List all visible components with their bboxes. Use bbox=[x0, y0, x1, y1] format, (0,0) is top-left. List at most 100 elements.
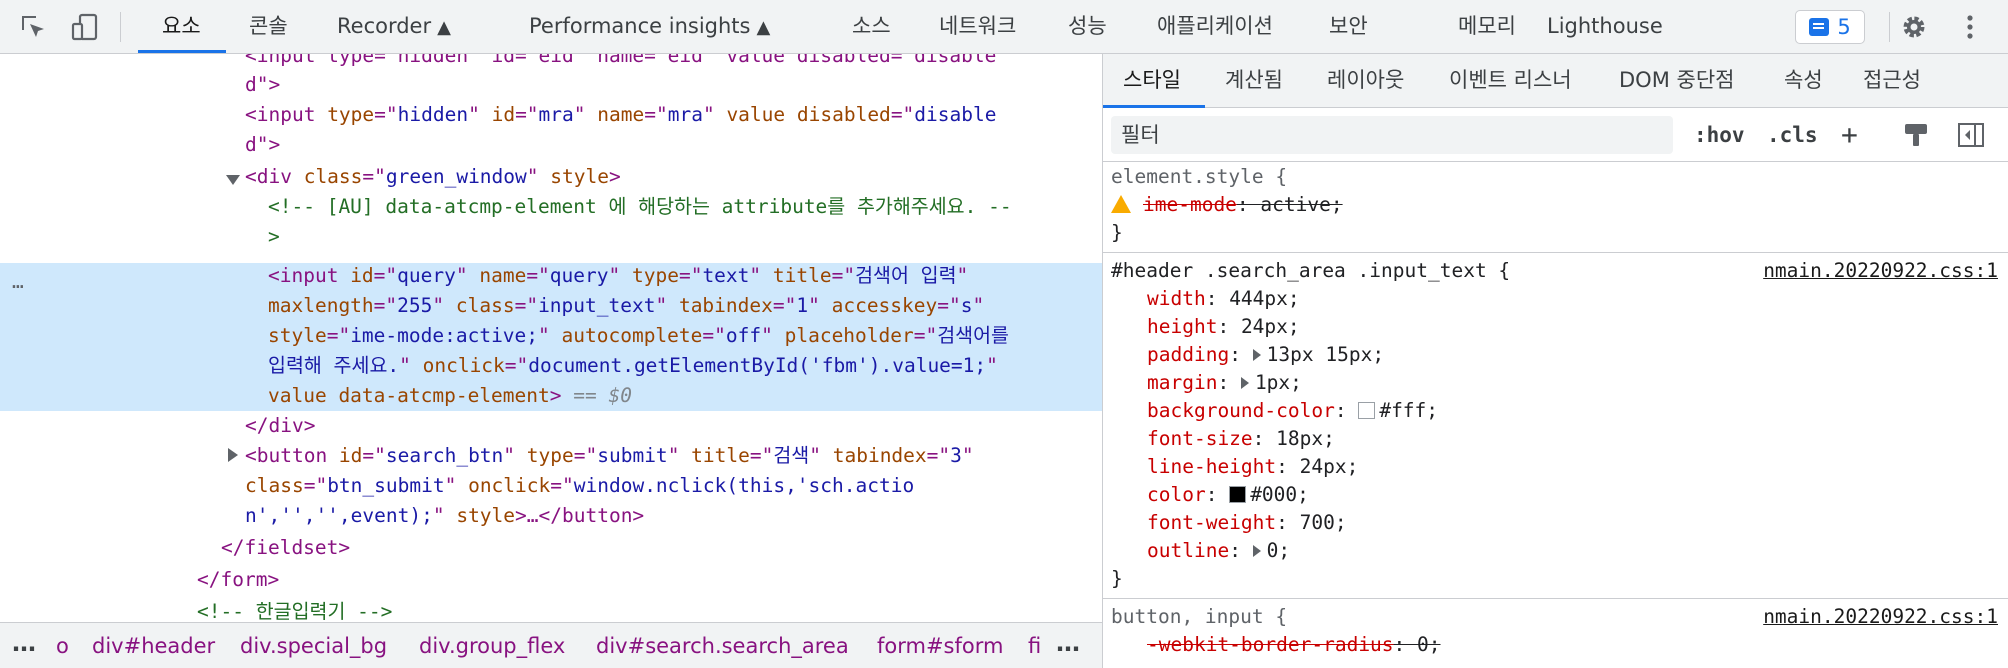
punct: =" bbox=[374, 103, 398, 126]
device-toolbar-icon[interactable] bbox=[68, 10, 102, 44]
breadcrumb-item[interactable]: div.special_bg bbox=[240, 623, 387, 668]
dom-line[interactable]: </div> bbox=[245, 414, 315, 438]
settings-gear-icon[interactable] bbox=[1897, 10, 1931, 44]
dom-line-selected[interactable]: maxlength="255" class="input_text" tabin… bbox=[268, 294, 984, 318]
dom-line-selected[interactable]: style="ime-mode:active;" autocomplete="o… bbox=[268, 324, 1009, 348]
dom-line[interactable]: d"> bbox=[245, 73, 280, 97]
dom-line[interactable]: </fieldset> bbox=[221, 536, 350, 560]
style-property[interactable]: margin: 1px; bbox=[1147, 369, 1302, 397]
expand-arrow-icon[interactable] bbox=[1240, 377, 1249, 389]
rule-source-link[interactable]: nmain.20220922.css:1 bbox=[1763, 257, 1998, 285]
tab-recorder[interactable]: Recorder ▲ bbox=[337, 0, 451, 54]
attr-name: style bbox=[550, 165, 609, 188]
style-property[interactable]: -webkit-border-radius: 0; bbox=[1147, 631, 1441, 659]
color-swatch[interactable] bbox=[1358, 402, 1376, 419]
breadcrumb-item[interactable]: o bbox=[56, 623, 69, 668]
inspect-element-icon[interactable] bbox=[16, 10, 50, 44]
breadcrumb-item[interactable]: fi bbox=[1028, 623, 1041, 668]
styles-filter-input[interactable] bbox=[1111, 116, 1673, 154]
punct: " bbox=[956, 264, 969, 287]
collapse-triangle-icon[interactable] bbox=[226, 175, 240, 185]
breadcrumb-item[interactable]: div.group_flex bbox=[419, 623, 565, 668]
tab-performance-insights[interactable]: Performance insights ▲ bbox=[529, 0, 770, 54]
color-swatch[interactable] bbox=[1229, 486, 1247, 503]
attr-value: window.nclick(this,'sch.actio bbox=[573, 474, 915, 497]
tab-lighthouse[interactable]: Lighthouse bbox=[1547, 0, 1663, 54]
expand-arrow-icon[interactable] bbox=[1252, 545, 1261, 557]
dom-line[interactable]: </form> bbox=[197, 568, 279, 592]
breadcrumb-scroll-right[interactable]: … bbox=[1056, 623, 1080, 663]
dom-line[interactable]: <input type="hidden" id="eid" name="eid"… bbox=[245, 54, 996, 68]
tab-security[interactable]: 보안 bbox=[1329, 0, 1368, 54]
tab-event-listeners[interactable]: 이벤트 리스너 bbox=[1449, 54, 1572, 108]
style-property[interactable]: font-size: 18px; bbox=[1147, 425, 1335, 453]
property-value: 18px; bbox=[1276, 427, 1335, 450]
breadcrumb-item[interactable]: form#sform bbox=[877, 623, 1003, 668]
style-property[interactable]: font-weight: 700; bbox=[1147, 509, 1347, 537]
dom-line[interactable]: <input type="hidden" id="mra" name="mra"… bbox=[245, 103, 996, 127]
dom-line-selected[interactable]: <input id="query" name="query" type="tex… bbox=[268, 264, 968, 288]
tab-elements[interactable]: 요소 bbox=[162, 0, 201, 54]
tab-layout[interactable]: 레이아웃 bbox=[1327, 54, 1404, 108]
punct: " bbox=[655, 294, 679, 317]
dom-line-selected[interactable]: 입력해 주세요." onclick="document.getElementBy… bbox=[268, 354, 998, 378]
property-name: margin bbox=[1147, 371, 1218, 394]
rule-selector[interactable]: #header .search_area .input_text { bbox=[1111, 257, 1510, 285]
style-property[interactable]: background-color: #fff; bbox=[1147, 397, 1438, 425]
hover-state-toggle[interactable]: :hov bbox=[1694, 116, 1745, 154]
style-property[interactable]: color: #000; bbox=[1147, 481, 1309, 509]
gutter-dots[interactable]: … bbox=[12, 270, 24, 294]
dom-comment-line[interactable]: <!-- [AU] data-atcmp-element 에 해당하는 attr… bbox=[268, 195, 1012, 219]
expand-arrow-icon[interactable] bbox=[1252, 349, 1261, 361]
rule-source-link[interactable]: nmain.20220922.css:1 bbox=[1763, 603, 1998, 631]
punct: =" bbox=[373, 294, 398, 317]
toggle-sidebar-icon[interactable] bbox=[1957, 122, 1985, 160]
tab-performance[interactable]: 성능 bbox=[1068, 0, 1107, 54]
more-menu-icon[interactable] bbox=[1953, 10, 1987, 44]
dom-line[interactable]: d"> bbox=[245, 133, 280, 157]
property-value: 444px; bbox=[1229, 287, 1300, 310]
dom-line-selected[interactable]: value data-atcmp-element> == $0 bbox=[268, 384, 632, 408]
punct: =" bbox=[926, 444, 951, 467]
attr-value: off bbox=[725, 324, 762, 347]
style-property[interactable]: width: 444px; bbox=[1147, 285, 1300, 313]
tab-accessibility[interactable]: 접근성 bbox=[1863, 54, 1921, 108]
punct: " bbox=[444, 474, 469, 497]
tab-memory[interactable]: 메모리 bbox=[1458, 0, 1516, 54]
rule-separator bbox=[1103, 598, 2008, 599]
tab-console[interactable]: 콘솔 bbox=[249, 0, 288, 54]
breadcrumb-scroll-left[interactable]: … bbox=[12, 623, 36, 663]
breadcrumb-item[interactable]: div#header bbox=[92, 623, 215, 668]
property-name: font-weight bbox=[1147, 511, 1277, 534]
tab-styles[interactable]: 스타일 bbox=[1123, 54, 1181, 108]
tab-computed[interactable]: 계산됨 bbox=[1225, 54, 1283, 108]
tab-network[interactable]: 네트워크 bbox=[939, 0, 1016, 54]
dom-line[interactable]: <div class="green_window" style> bbox=[245, 165, 621, 189]
dom-line[interactable]: n','','',event);" style>…</button> bbox=[245, 504, 644, 528]
style-property[interactable]: ime-mode: active; bbox=[1111, 191, 1343, 219]
rule-selector[interactable]: element.style { bbox=[1111, 163, 1287, 191]
style-property[interactable]: padding: 13px 15px; bbox=[1147, 341, 1384, 369]
attr-value: ime-mode:active; bbox=[350, 324, 539, 347]
class-toggle[interactable]: .cls bbox=[1767, 116, 1818, 154]
tab-sources[interactable]: 소스 bbox=[852, 0, 891, 54]
issues-button[interactable]: 5 bbox=[1795, 10, 1865, 44]
dom-comment-line[interactable]: > bbox=[268, 225, 280, 249]
tab-dom-breakpoints[interactable]: DOM 중단점 bbox=[1619, 54, 1734, 108]
new-style-rule-button[interactable]: + bbox=[1841, 116, 1858, 154]
punct: " bbox=[468, 103, 492, 126]
paint-brush-icon[interactable] bbox=[1903, 122, 1929, 160]
tab-properties[interactable]: 속성 bbox=[1784, 54, 1823, 108]
style-property[interactable]: line-height: 24px; bbox=[1147, 453, 1358, 481]
rule-selector[interactable]: button, input { bbox=[1111, 603, 1287, 631]
attr-value: disable bbox=[914, 103, 997, 126]
style-property[interactable]: outline: 0; bbox=[1147, 537, 1290, 565]
dom-line[interactable]: <button id="search_btn" type="submit" ti… bbox=[245, 444, 974, 468]
style-property[interactable]: height: 24px; bbox=[1147, 313, 1300, 341]
expand-triangle-icon[interactable] bbox=[228, 448, 238, 462]
property-value: active; bbox=[1260, 193, 1343, 216]
breadcrumb-item[interactable]: div#search.search_area bbox=[596, 623, 849, 668]
dom-line[interactable]: class="btn_submit" onclick="window.nclic… bbox=[245, 474, 914, 498]
dom-comment-line[interactable]: <!-- 한글입력기 --> bbox=[197, 600, 392, 622]
tab-application[interactable]: 애플리케이션 bbox=[1157, 0, 1273, 54]
